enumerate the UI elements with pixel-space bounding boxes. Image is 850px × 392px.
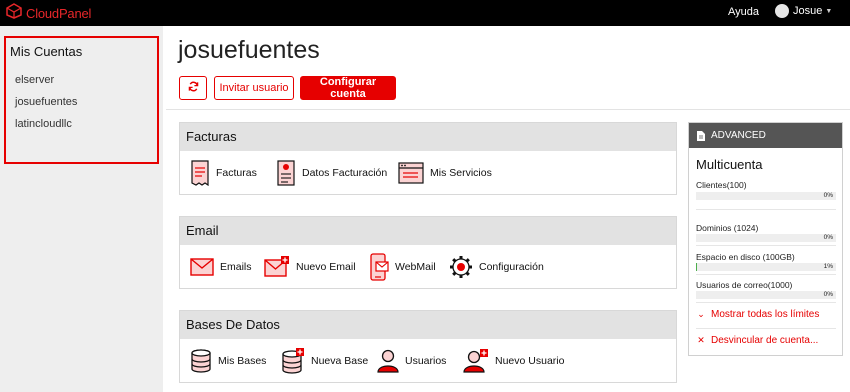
brand-name: CloudPanel [26, 5, 92, 21]
accounts-list: Mis Cuentas elserver josuefuentes latinc… [4, 36, 159, 164]
show-all-limits-link[interactable]: ⌄ Mostrar todas los límites [696, 309, 819, 320]
my-services-label: Mis Servicios [430, 166, 492, 179]
facturas-label: Facturas [216, 166, 257, 179]
databases-panel: Bases De Datos Mis Bases Nueva Base Usua… [179, 310, 677, 383]
gear-icon [449, 255, 473, 279]
help-link[interactable]: Ayuda [728, 6, 759, 18]
user-icon [377, 349, 399, 373]
limit-percent-clients: 0% [823, 192, 833, 199]
refresh-button[interactable] [179, 76, 207, 100]
email-panel: Email Emails Nuevo Email WebMail Configu… [179, 216, 677, 289]
database-icon [190, 348, 212, 373]
my-databases-label: Mis Bases [218, 354, 267, 367]
limit-fill-disk [696, 263, 698, 271]
user-name: Josue [793, 5, 823, 17]
add-user-icon [463, 348, 489, 373]
db-users-link[interactable]: Usuarios [377, 339, 446, 382]
header-divider [166, 109, 850, 110]
advanced-header-label: ADVANCED [711, 130, 766, 141]
sidebar: Mis Cuentas elserver josuefuentes latinc… [0, 26, 163, 392]
advanced-header: ADVANCED [689, 123, 842, 148]
panel-title-facturas: Facturas [180, 123, 676, 151]
account-item-josuefuentes[interactable]: josuefuentes [15, 96, 77, 108]
unlink-account-link[interactable]: ✕ Desvincular de cuenta... [696, 335, 818, 346]
new-database-label: Nueva Base [311, 354, 369, 367]
emails-link[interactable]: Emails [190, 245, 252, 288]
unlink-account-label: Desvincular de cuenta... [711, 335, 819, 346]
new-envelope-icon [264, 255, 290, 278]
chevron-down-icon: ▼ [825, 7, 833, 15]
advanced-card: ADVANCED Multicuenta Clientes(100) 0% Do… [688, 122, 843, 356]
invoice-icon [190, 159, 210, 186]
new-email-label: Nuevo Email [296, 260, 356, 273]
services-window-icon [398, 161, 424, 185]
limit-separator [696, 209, 836, 210]
envelope-icon [190, 257, 214, 276]
cloudpanel-logo[interactable]: CloudPanel [5, 2, 92, 24]
db-users-label: Usuarios [405, 354, 447, 367]
limit-bar-domains: 0% [696, 234, 836, 242]
limit-label-disk: Espacio en disco (100GB) [696, 252, 795, 262]
top-bar: CloudPanel Ayuda Josue ▼ [0, 0, 850, 26]
limit-label-clients: Clientes(100) [696, 180, 747, 190]
new-db-user-link[interactable]: Nuevo Usuario [463, 339, 564, 382]
email-settings-link[interactable]: Configuración [449, 245, 544, 288]
link-separator [696, 328, 836, 329]
new-email-link[interactable]: Nuevo Email [264, 245, 356, 288]
multiaccount-title: Multicuenta [696, 157, 763, 172]
accounts-title: Mis Cuentas [10, 44, 83, 59]
limit-bar-clients: 0% [696, 192, 836, 200]
billing-data-label: Datos Facturación [302, 166, 388, 179]
account-item-latincloudllc[interactable]: latincloudllc [15, 118, 72, 130]
account-item-elserver[interactable]: elserver [15, 74, 54, 86]
show-all-limits-label: Mostrar todas los límites [711, 309, 820, 320]
webmail-link[interactable]: WebMail [369, 245, 436, 288]
emails-label: Emails [220, 260, 252, 273]
page-title: josuefuentes [178, 36, 320, 64]
panel-title-email: Email [180, 217, 676, 245]
new-db-user-label: Nuevo Usuario [495, 354, 565, 367]
billing-data-link[interactable]: Datos Facturación [276, 151, 387, 194]
invite-user-button[interactable]: Invitar usuario [214, 76, 294, 100]
limit-separator [696, 245, 836, 246]
avatar [775, 4, 789, 18]
limit-bar-mail-users: 0% [696, 291, 836, 299]
document-icon [697, 130, 705, 141]
user-menu[interactable]: Josue ▼ [775, 4, 832, 18]
my-databases-link[interactable]: Mis Bases [190, 339, 266, 382]
facturas-link[interactable]: Facturas [190, 151, 257, 194]
limit-separator [696, 302, 836, 303]
panel-title-databases: Bases De Datos [180, 311, 676, 339]
chevron-down-icon: ⌄ [697, 309, 705, 319]
facturas-panel: Facturas Facturas Datos Facturación Mis … [179, 122, 677, 195]
new-database-link[interactable]: Nueva Base [281, 339, 368, 382]
email-settings-label: Configuración [479, 260, 544, 273]
limit-separator [696, 274, 836, 275]
limit-percent-disk: 1% [823, 263, 833, 270]
webmail-label: WebMail [395, 260, 436, 273]
limit-percent-mail-users: 0% [823, 291, 833, 298]
phone-mail-icon [369, 252, 389, 281]
billing-document-icon [276, 159, 296, 186]
limit-label-domains: Dominios (1024) [696, 223, 759, 233]
cloud-box-icon [5, 2, 23, 24]
close-icon: ✕ [697, 335, 705, 345]
my-services-link[interactable]: Mis Servicios [398, 151, 492, 194]
refresh-icon [188, 81, 199, 95]
limit-percent-domains: 0% [823, 234, 833, 241]
limit-bar-disk: 1% [696, 263, 836, 271]
configure-account-button[interactable]: Configurar cuenta [300, 76, 396, 100]
new-database-icon [281, 347, 305, 374]
limit-label-mail-users: Usuarios de correo(1000) [696, 280, 793, 290]
